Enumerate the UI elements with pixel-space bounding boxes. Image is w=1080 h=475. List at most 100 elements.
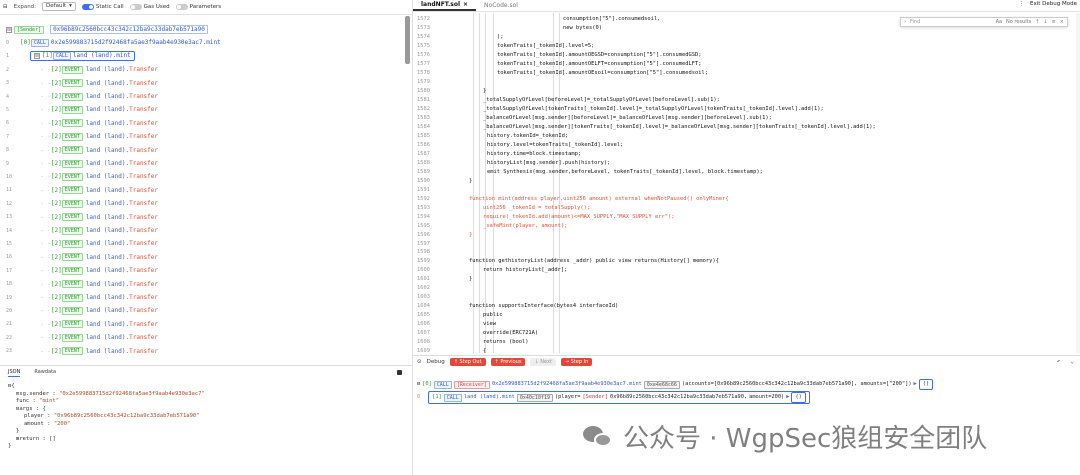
tab-nocode[interactable]: NoCode.sol [476, 0, 526, 11]
previous-button[interactable]: ↑ Previous [490, 357, 526, 366]
code-line[interactable]: 1603 [413, 293, 1073, 301]
code-line[interactable]: 1577 tokenTraits[_tokenId].amountOELFT=co… [413, 60, 1073, 68]
code-line[interactable]: 1598 [413, 248, 1073, 256]
find-input[interactable]: Find [910, 19, 992, 25]
code-line[interactable]: 1591 [413, 186, 1073, 194]
trace-row-event[interactable]: 8 - - [2] EVENT land (land). Transfer [0, 145, 158, 156]
close-icon[interactable]: × [463, 1, 468, 8]
code-line[interactable]: 1580} [413, 87, 1073, 95]
collapse-icon[interactable]: ⊟ [6, 26, 12, 33]
play-icon[interactable]: ▶ [914, 380, 917, 389]
code-line[interactable]: 1599 function gethistoryList(address _add… [413, 257, 1073, 265]
static-call-toggle[interactable]: Static Call [81, 3, 124, 10]
editor-scrollbar[interactable] [1076, 13, 1080, 353]
undo-icon[interactable]: ↶ [1057, 358, 1061, 365]
trace-row-event[interactable]: 14 - - [2] EVENT land (land). Transfer [0, 225, 158, 236]
trace-row-event[interactable]: 17 - - [2] EVENT land (land). Transfer [0, 265, 158, 276]
code-line[interactable]: 1604 function supportsInterface(bytes4 in… [413, 302, 1073, 310]
trace-row-event[interactable]: 16 - - [2] EVENT land (land). Transfer [0, 252, 158, 263]
debug-row-root[interactable]: ⊟ [0] CALL [Receiver] 0x2e599883715d2f92… [417, 379, 934, 390]
code-line[interactable]: 1574); [413, 33, 1073, 41]
play-icon[interactable]: ▶ [786, 393, 789, 402]
code-line[interactable]: 1590} [413, 177, 1073, 185]
tab-json[interactable]: JSON [8, 369, 21, 377]
trace-row-event[interactable]: 23 - - [2] EVENT land (land). Transfer [0, 346, 158, 357]
step-in-button[interactable]: → Step In [560, 357, 593, 366]
gas-used-toggle[interactable]: Gas Used [129, 3, 170, 10]
trace-row-event[interactable]: 2 - - [2] EVENT land (land). Transfer [0, 64, 158, 75]
code-line[interactable]: 1608 returns (bool) [413, 338, 1073, 346]
code-editor[interactable]: 1572 consumption["5"].consumedsoil, 1573 ne… [413, 13, 1080, 353]
parameters-toggle[interactable]: Parameters [175, 3, 221, 10]
trace-row-event[interactable]: 19 - - [2] EVENT land (land). Transfer [0, 292, 158, 303]
code-line[interactable]: 1576 tokenTraits[_tokenId].amountOEGSD=co… [413, 51, 1073, 59]
expand-select[interactable]: Default ▾ [42, 2, 76, 11]
trace-row-event[interactable]: 11 - - [2] EVENT land (land). Transfer [0, 185, 158, 196]
trace-scrollbar[interactable] [405, 16, 410, 64]
code-line[interactable]: 1596} [413, 231, 1073, 239]
collapse-icon[interactable]: ⊟ [34, 53, 40, 60]
debug-row-mint[interactable]: 0 [1] CALL land (land).mint 0x40c10f19 (… [417, 391, 810, 404]
code-line[interactable]: 1593 uint256 _tokenId = totalSupply(); [413, 204, 1073, 212]
match-case-icon[interactable]: Aa [996, 19, 1002, 25]
code-line[interactable]: 1594 require(_tokenId.add(amount)<=MAX_SU… [413, 213, 1073, 221]
exit-debug-button[interactable]: Exit Debug Mode [1030, 1, 1077, 7]
collapse-icon[interactable]: ⊟ [417, 380, 420, 389]
code-line[interactable]: 1589 emit Synthesis(msg.sender,beforeLeve… [413, 168, 1073, 176]
code-line[interactable]: 1606 view [413, 320, 1073, 328]
code-line[interactable]: 1592 function mint(address player,uint256… [413, 195, 1073, 203]
trace-row-root[interactable]: 0 [0] CALL 0x2e599883715d2f92468fa5ae3f9aab… [0, 37, 221, 48]
chevron-right-icon[interactable]: › [904, 19, 906, 25]
selected-call-box[interactable]: ⊟ [1] CALL land (land).mint [30, 51, 135, 62]
code-line[interactable]: 1600 return historyList[_addr]; [413, 266, 1073, 274]
trace-row-event[interactable]: 9 - - [2] EVENT land (land). Transfer [0, 158, 158, 169]
code-line[interactable]: 1587 history.time=block.timestamp; [413, 150, 1073, 158]
chevron-down-icon[interactable]: ⌄ [1070, 358, 1074, 365]
trace-row-event[interactable]: 18 - - [2] EVENT land (land). Transfer [0, 279, 158, 290]
trace-row-event[interactable]: 22 - - [2] EVENT land (land). Transfer [0, 332, 158, 343]
next-button[interactable]: ↓ Next [530, 357, 556, 366]
trace-row-event[interactable]: 5 - - [2] EVENT land (land). Transfer [0, 104, 158, 115]
trace-row-event[interactable]: 12 - - [2] EVENT land (land). Transfer [0, 198, 158, 209]
code-line[interactable]: 1605 public [413, 311, 1073, 319]
output-box[interactable]: () [918, 379, 934, 390]
selected-call-box[interactable]: [1] CALL land (land).mint 0x40c10f19 (pl… [428, 391, 810, 404]
trace-row-event[interactable]: 21 - - [2] EVENT land (land). Transfer [0, 319, 158, 330]
code-line[interactable]: 1602 [413, 284, 1073, 292]
output-box[interactable]: () [791, 392, 806, 403]
trace-row-event[interactable]: 6 - - [2] EVENT land (land). Transfer [0, 118, 158, 129]
trace-row-event[interactable]: 3 - - [2] EVENT land (land). Transfer [0, 78, 158, 89]
arrow-down-icon[interactable]: ↓ [1043, 19, 1047, 25]
more-icon[interactable]: ⋮ [1019, 1, 1025, 7]
code-line[interactable]: 1582 _totalSupplyOfLevel[tokenTraits[_tok… [413, 105, 1073, 113]
code-line[interactable]: 1581 _totalSupplyOfLevel[beforeLevel]=_to… [413, 96, 1073, 104]
code-line[interactable]: 1588 historyList[msg.sender].push(history… [413, 159, 1073, 167]
close-icon[interactable]: × [1060, 19, 1064, 25]
code-line[interactable]: 1597 [413, 240, 1073, 248]
code-line[interactable]: 1585 history.tokenId=_tokenId; [413, 132, 1073, 140]
trace-row-event[interactable]: 15 - - [2] EVENT land (land). Transfer [0, 238, 158, 249]
code-line[interactable]: 1595 _safeMint(player, amount); [413, 222, 1073, 230]
trace-row-event[interactable]: 10 - - [2] EVENT land (land). Transfer [0, 171, 158, 182]
trace-row-event[interactable]: 13 - - [2] EVENT land (land). Transfer [0, 212, 158, 223]
code-line[interactable]: 1579 [413, 78, 1073, 86]
code-line[interactable]: 1583 _balanceOfLevel[msg.sender][beforeLe… [413, 114, 1073, 122]
code-line[interactable]: 1578 tokenTraits[_tokenId].amountOEsoil=c… [413, 69, 1073, 77]
tab-landnft[interactable]: landNFT.sol × [413, 0, 477, 11]
trace-row-sender[interactable]: ⊟ [Sender] 0x96b89c2560bcc43c342c12ba9c33d… [6, 24, 208, 35]
code-line[interactable]: 1601} [413, 275, 1073, 283]
code-line[interactable]: 1586 history.level=tokenTraits[_tokenId].… [413, 141, 1073, 149]
code-line[interactable]: 1607 override(ERC721A) [413, 329, 1073, 337]
trace-row-mint[interactable]: 1 ⊟ [1] CALL land (land).mint [0, 51, 135, 62]
code-line[interactable]: 1575 tokenTraits[_tokenId].level=5; [413, 42, 1073, 50]
trace-row-event[interactable]: 7 - - [2] EVENT land (land). Transfer [0, 131, 158, 142]
code-line[interactable]: 1584 _balanceOfLevel[msg.sender][tokenTra… [413, 123, 1073, 131]
step-out-button[interactable]: ↑ Step Out [449, 357, 486, 366]
code-line[interactable]: 1609 { [413, 347, 1073, 353]
trace-row-event[interactable]: 20 - - [2] EVENT land (land). Transfer [0, 305, 158, 316]
arrow-up-icon[interactable]: ↑ [1035, 19, 1039, 25]
trace-row-event[interactable]: 4 - - [2] EVENT land (land). Transfer [0, 91, 158, 102]
copy-icon[interactable] [397, 370, 402, 375]
tab-rawdata[interactable]: Rawdata [34, 369, 56, 377]
menu-icon[interactable]: ≡ [1052, 19, 1056, 25]
